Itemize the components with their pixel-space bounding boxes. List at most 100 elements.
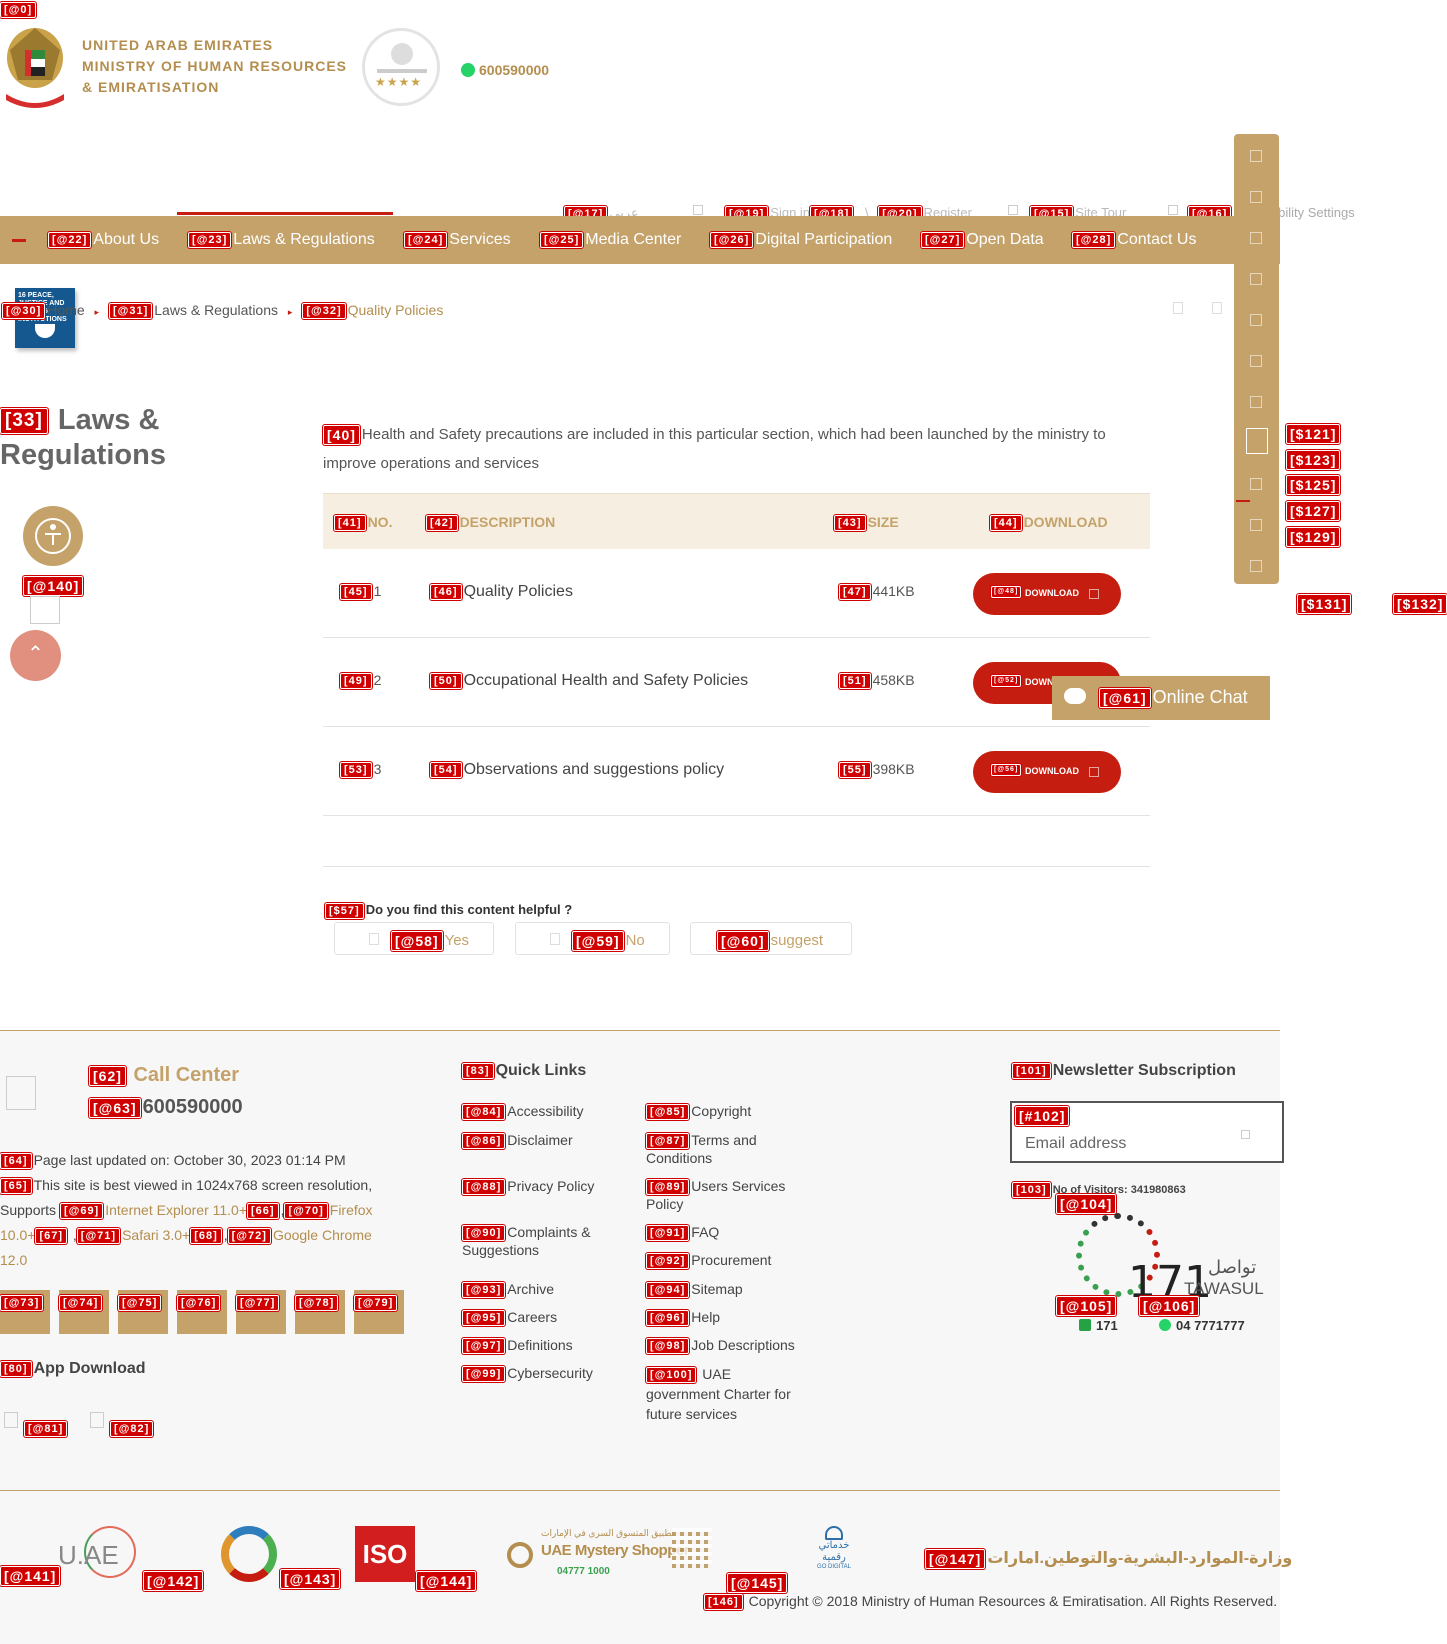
nav-services[interactable]: [@24] Services [404,231,511,249]
thumbs-down-icon [550,933,560,945]
footer-link[interactable]: [@91] FAQ [646,1223,719,1242]
feedback-no-button[interactable]: [@59] No [515,922,670,955]
nav-label: Contact Us [1117,231,1197,248]
side-tool-icon[interactable] [1250,232,1262,244]
footer-link[interactable]: [@96] Help [646,1308,720,1327]
uae-gov-logo[interactable]: U.AE [56,1526,140,1582]
share-icon[interactable] [1212,302,1222,314]
whatsapp-phone[interactable]: 600590000 [461,62,549,78]
google-play-icon[interactable] [90,1412,104,1428]
col-no: [41] NO. [334,514,392,532]
footer-link[interactable]: [@85] Copyright [646,1102,751,1121]
link-label: Careers [507,1309,558,1325]
crumb-tag: [@30] [2,303,46,320]
link-tag: [@100] [646,1367,697,1384]
tawasul-phone-171[interactable]: [@105] [1056,1296,1118,1316]
side-tool-icon[interactable] [1250,560,1262,572]
nav-contact-us[interactable]: [@28] Contact Us [1072,231,1196,249]
footer-link[interactable]: [@88] Privacy Policy [462,1177,594,1196]
copyright: [146] Copyright © 2018 Ministry of Human… [704,1593,1277,1611]
tawasul-whatsapp[interactable]: [@106] [1139,1296,1201,1316]
social-tag: [@74] [59,1295,103,1311]
footer-link[interactable]: [@100] UAE government Charter for future… [646,1364,806,1424]
logo-tag: [@144] [416,1571,477,1591]
app-store-icon[interactable] [4,1412,18,1428]
nav-media-center[interactable]: [@25] Media Center [540,231,681,249]
footer-link[interactable]: [@92] Procurement [646,1251,771,1270]
submit-icon[interactable] [1241,1130,1250,1139]
footer-link[interactable]: [@87] Terms and Conditions [646,1131,776,1167]
side-tool-icon[interactable] [1246,428,1268,454]
footer-link[interactable]: [@95] Careers [462,1308,558,1327]
mystery-shopper-logo[interactable]: تطبيق المتسوق السري في الإمارات UAE Myst… [505,1526,690,1586]
safari-link[interactable]: [@71] Safari 3.0+ [76,1227,190,1245]
newsletter-email-field[interactable]: [#102] Email address [1010,1101,1284,1163]
menu-icon[interactable] [12,239,26,242]
nav-tag: [@28] [1072,231,1116,248]
go-digital-logo[interactable]: خدماتي رقمية GO DIGITAL [812,1526,856,1586]
star-rating-badge: ★★★★ [362,28,440,106]
download-icon [1089,589,1099,599]
scroll-top-button[interactable]: ⌃ [10,630,61,681]
tawasul-logo[interactable]: 171 تواصل TAWASUL [1076,1213,1266,1308]
print-icon[interactable] [1173,302,1183,314]
side-tool-icon[interactable] [1250,478,1262,490]
row-desc: Occupational Health and Safety Policies [463,672,749,689]
footer-link[interactable]: [@93] Archive [462,1280,554,1299]
suggest-label: suggest [770,931,824,949]
side-tool-icon[interactable] [1250,355,1262,367]
feedback-suggest-button[interactable]: [@60] suggest [690,922,852,955]
side-tool-icon[interactable] [1250,191,1262,203]
breadcrumb-laws[interactable]: [@31] Laws & Regulations [108,302,278,320]
nav-about-us[interactable]: [@22] About Us [48,231,159,249]
footer-link[interactable]: [@97] Definitions [462,1336,573,1355]
call-center-number[interactable]: [@63] 600590000 [89,1096,243,1119]
footer-link[interactable]: [@98] Job Descriptions [646,1336,795,1355]
side-tool-icon[interactable] [1250,396,1262,408]
qr-code[interactable] [672,1528,712,1568]
colorful-ring-logo[interactable] [221,1526,277,1582]
chrome-link[interactable]: [@72] Google Chrome [227,1227,372,1245]
feedback-question: [$57] Do you find this content helpful ? [325,902,572,919]
footer-link[interactable]: [@86] Disclaimer [462,1131,573,1150]
arabic-domain-link[interactable]: [@147] وزارة-الموارد-البشرية-والتوطين.اما… [925,1548,1292,1569]
iso-logo[interactable]: ISO [355,1526,415,1582]
phone2-label: 04 7771777 [1176,1318,1245,1333]
side-tool-icon[interactable] [1250,519,1262,531]
nav-tag: [@27] [921,231,965,248]
firefox-link[interactable]: [@70] Firefox [284,1202,373,1220]
side-tool-icon[interactable] [1250,273,1262,285]
online-chat-button[interactable]: [@61] Online Chat [1052,676,1270,720]
tawasul-phone-label: 171 [1079,1318,1118,1333]
th-tag: [44] [990,515,1022,532]
side-tool-icon[interactable] [1250,314,1262,326]
nav-digital-participation[interactable]: [@26] Digital Participation [710,231,892,249]
footer-link[interactable]: [@84] Accessibility [462,1102,584,1121]
footer-link[interactable]: [@89] Users Services Policy [646,1177,796,1213]
nav-open-data[interactable]: [@27] Open Data [921,231,1044,249]
ie-link[interactable]: [@69] Internet Explorer 11.0+ [59,1202,247,1220]
footer-link[interactable]: [@94] Sitemap [646,1280,743,1299]
checkbox-icon[interactable] [30,596,60,624]
download-button[interactable]: [@56] DOWNLOAD [973,751,1121,793]
app-tag: [80] [0,1360,32,1377]
active-nav-indicator [177,212,393,215]
side-tool-icon[interactable] [1250,150,1262,162]
resolution-text: This site is best viewed in 1024x768 scr… [33,1177,373,1193]
row-no: 3 [373,761,382,777]
row-size: 398KB [872,761,915,777]
breadcrumb-home[interactable]: [@30] Home [2,302,85,320]
feedback-yes-button[interactable]: [@58] Yes [334,922,494,955]
download-button[interactable]: [@48] DOWNLOAD [973,573,1121,615]
footer-link[interactable]: [@90] Complaints & Suggestions [462,1223,612,1259]
nav-laws-regulations[interactable]: [@23] Laws & Regulations [188,231,375,249]
link-tag: [@98] [646,1338,690,1355]
nav-tag: [@22] [48,231,92,248]
call-number: 600590000 [142,1096,243,1118]
crumb-label: Home [47,302,85,318]
uae-emblem[interactable] [2,20,68,108]
chrome-version: 12.0 [0,1252,28,1268]
laws-category-icon[interactable] [23,506,83,566]
footer-link[interactable]: [@99] Cybersecurity [462,1364,593,1383]
link-label: Cybersecurity [507,1365,593,1381]
